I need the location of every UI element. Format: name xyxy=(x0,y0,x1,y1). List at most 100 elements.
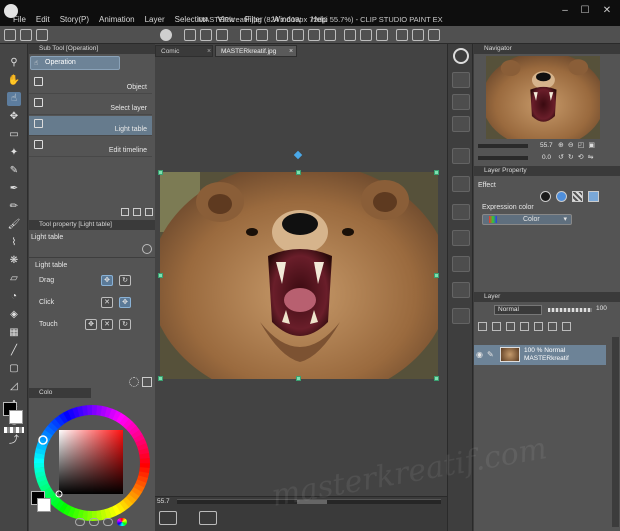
maximize-button[interactable]: ☐ xyxy=(576,5,594,17)
color-mode-icon[interactable] xyxy=(117,518,127,526)
doc-tab-close-icon[interactable]: × xyxy=(289,48,293,55)
zoom-in-icon[interactable]: ⊕ xyxy=(558,141,564,149)
invert-selection-icon[interactable] xyxy=(360,29,372,41)
lock-icon[interactable] xyxy=(520,321,529,331)
click-scale-toggle[interactable]: ✕ xyxy=(101,297,113,308)
edit-pen-icon[interactable]: ✎ xyxy=(487,350,494,359)
show-selection-icon[interactable] xyxy=(376,29,388,41)
blend-tool-icon[interactable]: ◔ xyxy=(7,290,21,304)
transform-handle-bottom-right[interactable] xyxy=(434,376,439,381)
sub-tool-item-light-table[interactable]: Light table xyxy=(29,116,152,136)
material-icon[interactable] xyxy=(452,256,470,272)
rotate-left-icon[interactable]: ↺ xyxy=(558,153,564,161)
panel-toggle-icon[interactable] xyxy=(4,29,16,41)
transform-handle-left[interactable] xyxy=(158,273,163,278)
doc-tab-masterkreatif[interactable]: MASTERkreatif.jpg xyxy=(215,45,297,57)
blend-mode-select[interactable]: Normal xyxy=(494,305,542,315)
layer-scrollbar[interactable] xyxy=(612,337,619,527)
auto-select-tool-icon[interactable]: ✦ xyxy=(7,146,21,160)
menu-story[interactable]: Story(P) xyxy=(55,15,94,25)
new-sub-tool-icon[interactable] xyxy=(121,208,129,216)
operation-tool-icon[interactable]: ☝ xyxy=(7,92,21,106)
eyedropper-tool-icon[interactable]: ✎ xyxy=(7,164,21,178)
draft-icon[interactable] xyxy=(506,321,515,331)
hand-tool-icon[interactable]: ✋ xyxy=(7,74,21,88)
drag-move-toggle[interactable]: ✥ xyxy=(101,275,113,286)
history-icon[interactable] xyxy=(452,116,470,132)
tone-icon[interactable] xyxy=(572,191,583,202)
delete-sub-tool-icon[interactable] xyxy=(145,208,153,216)
snap-special-ruler-icon[interactable] xyxy=(428,29,440,41)
reference-icon[interactable] xyxy=(492,321,501,331)
lock-transparent-icon[interactable] xyxy=(534,321,543,331)
zoom-out-icon[interactable]: ⊖ xyxy=(568,141,574,149)
opacity-slider[interactable] xyxy=(548,308,592,312)
gradient-tool-icon[interactable]: ▦ xyxy=(7,326,21,340)
correct-line-tool-icon[interactable]: ⤴ xyxy=(7,434,21,448)
fill-icon[interactable] xyxy=(292,29,304,41)
menu-layer[interactable]: Layer xyxy=(140,15,170,25)
rotation-slider[interactable] xyxy=(478,156,528,160)
new-file-icon[interactable] xyxy=(184,29,196,41)
material-icon[interactable] xyxy=(452,230,470,246)
flip-icon[interactable]: ⇋ xyxy=(588,153,594,161)
menu-edit[interactable]: Edit xyxy=(31,15,55,25)
material-icon[interactable] xyxy=(452,282,470,298)
clip-studio-icon[interactable] xyxy=(160,29,172,41)
panel-toggle-icon[interactable] xyxy=(36,29,48,41)
copy-sub-tool-icon[interactable] xyxy=(133,208,141,216)
expression-color-select[interactable]: Color ▾ xyxy=(482,214,572,225)
eye-icon[interactable]: ◉ xyxy=(476,350,483,359)
ruler-icon[interactable] xyxy=(562,321,571,331)
navigator-tab[interactable]: Navigator xyxy=(474,44,620,54)
zoom-tool-icon[interactable]: ⚲ xyxy=(7,56,21,70)
material-icon[interactable] xyxy=(452,204,470,220)
brush-tool-icon[interactable]: 🖌 xyxy=(7,218,21,232)
transform-icon[interactable] xyxy=(308,29,320,41)
sub-tool-group-header[interactable]: ☝ Operation xyxy=(30,56,120,70)
settings-gear-icon[interactable] xyxy=(129,377,139,387)
layer-color-icon[interactable] xyxy=(588,191,599,202)
pen-tool-icon[interactable]: ✒ xyxy=(7,182,21,196)
mask-icon[interactable] xyxy=(548,321,557,331)
rotate-right-icon[interactable]: ↻ xyxy=(568,153,574,161)
open-file-icon[interactable] xyxy=(200,29,212,41)
decoration-tool-icon[interactable]: ❋ xyxy=(7,254,21,268)
ruler-tool-icon[interactable]: ◿ xyxy=(7,380,21,394)
frame-tool-icon[interactable]: ▢ xyxy=(7,362,21,376)
snap-ruler-icon[interactable] xyxy=(396,29,408,41)
material-icon[interactable] xyxy=(452,308,470,324)
sub-tool-item-edit-timeline[interactable]: Edit timeline xyxy=(29,137,152,157)
search-icon[interactable] xyxy=(453,48,469,64)
menu-animation[interactable]: Animation xyxy=(94,15,140,25)
pencil-tool-icon[interactable]: ✏ xyxy=(7,200,21,214)
color-panel-sub-swatch[interactable] xyxy=(37,498,51,512)
selection-tool-icon[interactable]: ▭ xyxy=(7,128,21,142)
move-layer-tool-icon[interactable]: ✥ xyxy=(7,110,21,124)
material-pattern-icon[interactable] xyxy=(452,148,470,164)
layer-panel-toggle-icon[interactable] xyxy=(159,511,177,525)
actual-size-icon[interactable]: ◰ xyxy=(578,141,585,149)
transform-handle-top-left[interactable] xyxy=(158,170,163,175)
sub-color-swatch[interactable] xyxy=(9,410,23,424)
touch-scale-toggle[interactable]: ✕ xyxy=(101,319,113,330)
eraser-tool-icon[interactable]: ▱ xyxy=(7,272,21,286)
transform-handle-bottom[interactable] xyxy=(296,376,301,381)
touch-rotate-toggle[interactable]: ↻ xyxy=(119,319,131,330)
layer-property-tab[interactable]: Layer Property xyxy=(474,166,620,176)
click-move-toggle[interactable]: ✥ xyxy=(119,297,131,308)
figure-tool-icon[interactable]: ╱ xyxy=(7,344,21,358)
redo-icon[interactable] xyxy=(256,29,268,41)
scrollbar-thumb[interactable] xyxy=(297,500,327,504)
clear-icon[interactable] xyxy=(276,29,288,41)
transparent-color-swatch[interactable] xyxy=(4,427,24,433)
transform-handle-top[interactable] xyxy=(296,170,301,175)
horizontal-scrollbar[interactable] xyxy=(177,499,441,504)
info-icon[interactable] xyxy=(452,94,470,110)
search-icon[interactable] xyxy=(142,244,152,254)
close-button[interactable]: ✕ xyxy=(598,5,616,17)
canvas-image[interactable] xyxy=(160,172,438,379)
fill-tool-icon[interactable]: ◈ xyxy=(7,308,21,322)
layer-row[interactable]: ◉ ✎ 100 % Normal MASTERkreatif xyxy=(474,345,606,365)
clip-icon[interactable] xyxy=(478,321,487,331)
